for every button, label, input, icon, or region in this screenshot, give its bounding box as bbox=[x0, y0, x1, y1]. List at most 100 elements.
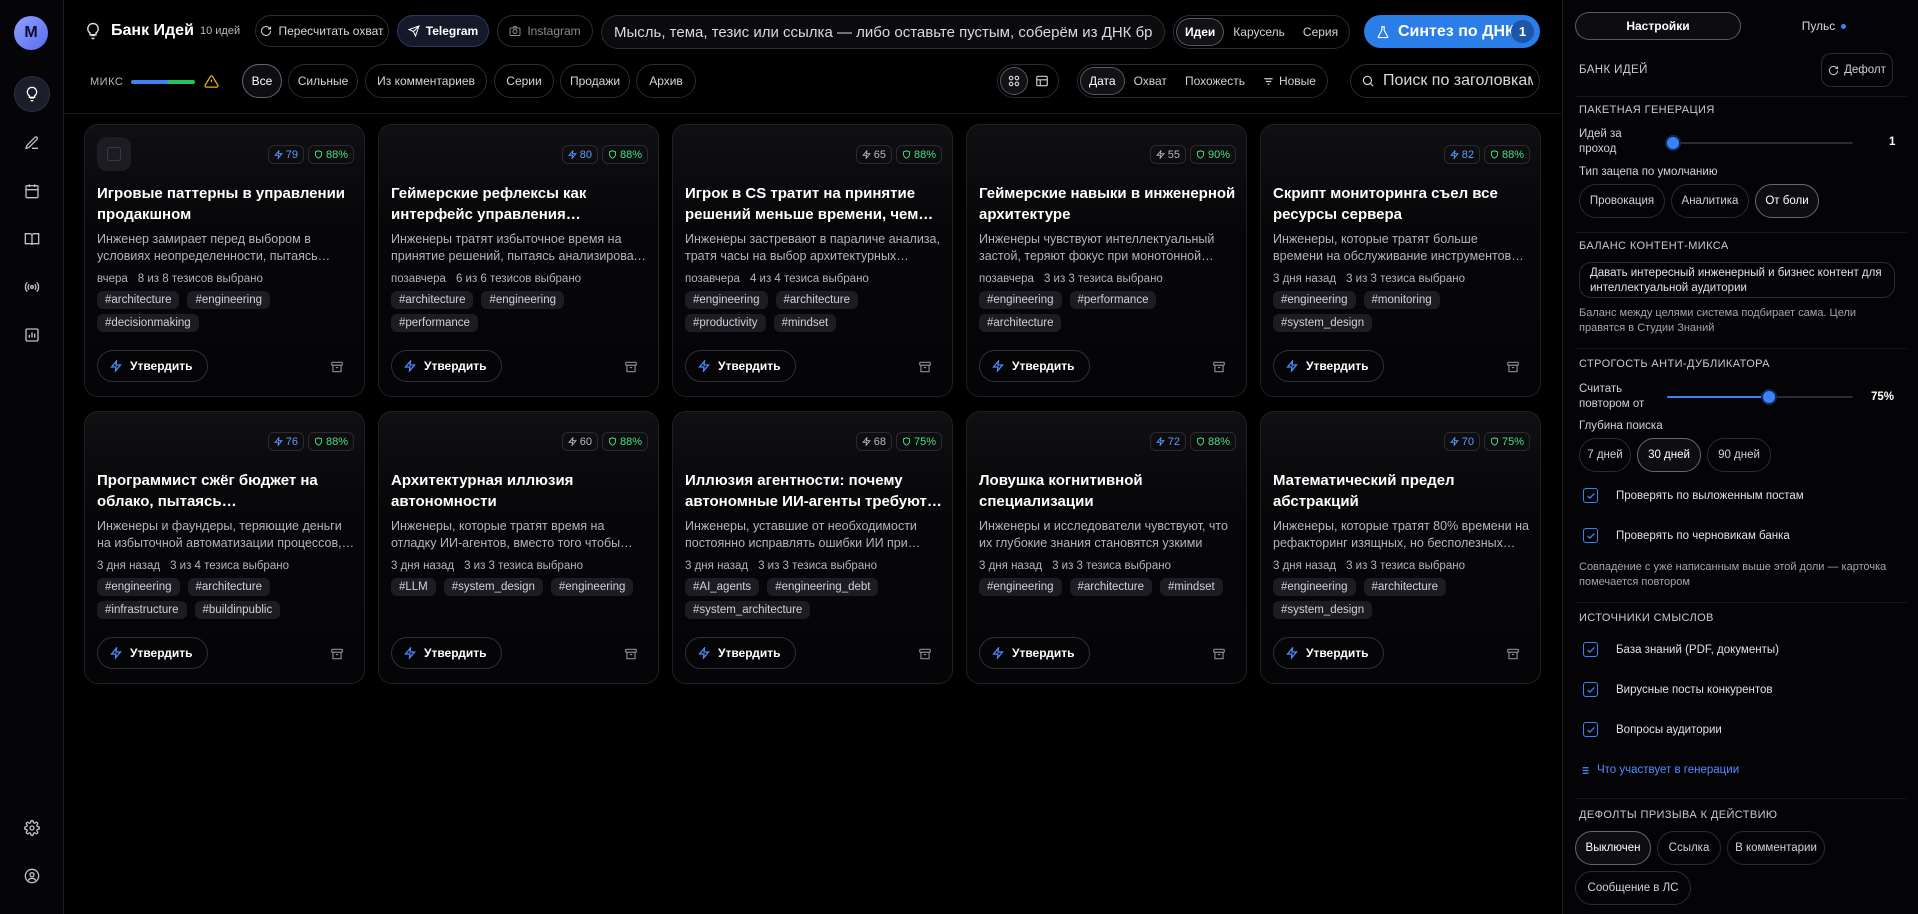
content-mix-text[interactable]: Давать интересный инженерный и бизнес ко… bbox=[1579, 262, 1895, 298]
select-checkbox[interactable] bbox=[97, 137, 131, 171]
tag[interactable]: #performance bbox=[391, 314, 478, 332]
idea-card[interactable]: 72 88% Ловушка когнитивной специализации… bbox=[966, 411, 1247, 684]
idea-card[interactable]: 82 88% Скрипт мониторинга съел все ресур… bbox=[1260, 124, 1541, 397]
nav-settings[interactable] bbox=[14, 810, 50, 846]
tag[interactable]: #architecture bbox=[97, 291, 180, 309]
tag[interactable]: #architecture bbox=[391, 291, 474, 309]
idea-card[interactable]: 80 88% Геймерские рефлексы как интерфейс… bbox=[378, 124, 659, 397]
check-published-posts[interactable]: Проверять по выложенным постам bbox=[1583, 488, 1804, 503]
tag[interactable]: #architecture bbox=[187, 578, 270, 596]
search-input[interactable] bbox=[1383, 72, 1533, 90]
nav-broadcast[interactable] bbox=[14, 269, 50, 305]
cta-off[interactable]: Выключен bbox=[1575, 831, 1651, 865]
tag[interactable]: #architecture bbox=[1363, 578, 1446, 596]
cta-in-comments[interactable]: В комментарии bbox=[1727, 831, 1825, 865]
sort-date[interactable]: Дата bbox=[1080, 67, 1125, 95]
checkbox[interactable] bbox=[1583, 642, 1598, 657]
approve-button[interactable]: Утвердить bbox=[685, 637, 796, 669]
tag[interactable]: #system_design bbox=[1273, 314, 1373, 332]
archive-icon[interactable] bbox=[1506, 360, 1520, 374]
avatar[interactable]: M bbox=[14, 16, 48, 50]
telegram-tab[interactable]: Telegram bbox=[397, 15, 489, 47]
check-bank-drafts[interactable]: Проверять по черновикам банка bbox=[1583, 528, 1790, 543]
tag[interactable]: #engineering bbox=[550, 578, 634, 596]
approve-button[interactable]: Утвердить bbox=[1273, 350, 1384, 382]
warning-icon[interactable] bbox=[204, 74, 219, 89]
tag[interactable]: #decisionmaking bbox=[97, 314, 199, 332]
filter-from-comments[interactable]: Из комментариев bbox=[365, 64, 487, 98]
archive-icon[interactable] bbox=[918, 360, 932, 374]
format-series[interactable]: Серия bbox=[1294, 18, 1347, 46]
tag[interactable]: #mindset bbox=[1160, 578, 1223, 596]
filter-series[interactable]: Серии bbox=[494, 64, 554, 98]
dup-threshold-slider[interactable] bbox=[1667, 390, 1853, 404]
archive-icon[interactable] bbox=[1506, 647, 1520, 661]
checkbox[interactable] bbox=[1583, 682, 1598, 697]
card-title[interactable]: Геймерские навыки в инженерной архитекту… bbox=[979, 183, 1237, 225]
card-title[interactable]: Ловушка когнитивной специализации bbox=[979, 470, 1237, 512]
filter-sales[interactable]: Продажи bbox=[560, 64, 630, 98]
approve-button[interactable]: Утвердить bbox=[979, 350, 1090, 382]
nav-knowledge[interactable] bbox=[14, 221, 50, 257]
default-button[interactable]: Дефолт bbox=[1821, 53, 1893, 87]
card-title[interactable]: Игрок в CS тратит на принятие решений ме… bbox=[685, 183, 943, 225]
card-title[interactable]: Математический предел абстракций bbox=[1273, 470, 1531, 512]
tag[interactable]: #engineering bbox=[1273, 578, 1356, 596]
slider-knob[interactable] bbox=[1762, 391, 1775, 403]
sort-similarity[interactable]: Похожесть bbox=[1176, 67, 1254, 95]
tag[interactable]: #productivity bbox=[685, 314, 766, 332]
depth-90-days[interactable]: 90 дней bbox=[1707, 438, 1771, 472]
idea-card[interactable]: 60 88% Архитектурная иллюзия автономност… bbox=[378, 411, 659, 684]
idea-input[interactable] bbox=[601, 15, 1165, 49]
idea-card[interactable]: 55 90% Геймерские навыки в инженерной ар… bbox=[966, 124, 1247, 397]
format-carousel[interactable]: Карусель bbox=[1224, 18, 1294, 46]
slider-knob[interactable] bbox=[1667, 137, 1679, 149]
tag[interactable]: #system_design bbox=[443, 578, 543, 596]
ideas-per-pass-slider[interactable] bbox=[1667, 136, 1853, 150]
source-knowledge-base[interactable]: База знаний (PDF, документы) bbox=[1583, 642, 1779, 657]
nav-analytics[interactable] bbox=[14, 317, 50, 353]
hook-from-pain[interactable]: От боли bbox=[1755, 184, 1819, 218]
idea-card[interactable]: 70 75% Математический предел абстракций … bbox=[1260, 411, 1541, 684]
approve-button[interactable]: Утвердить bbox=[97, 637, 208, 669]
tag[interactable]: #engineering bbox=[685, 291, 768, 309]
tag[interactable]: #architecture bbox=[1069, 578, 1152, 596]
tag[interactable]: #buildinpublic bbox=[194, 601, 281, 619]
format-ideas[interactable]: Идеи bbox=[1176, 18, 1225, 46]
filter-strong[interactable]: Сильные bbox=[288, 64, 358, 98]
archive-icon[interactable] bbox=[624, 360, 638, 374]
filter-archive[interactable]: Архив bbox=[636, 64, 696, 98]
tag[interactable]: #engineering bbox=[97, 578, 180, 596]
checkbox[interactable] bbox=[1583, 528, 1598, 543]
hook-analytics[interactable]: Аналитика bbox=[1671, 184, 1749, 218]
depth-30-days[interactable]: 30 дней bbox=[1637, 438, 1701, 472]
tag[interactable]: #monitoring bbox=[1363, 291, 1440, 309]
approve-button[interactable]: Утвердить bbox=[979, 637, 1090, 669]
approve-button[interactable]: Утвердить bbox=[97, 350, 208, 382]
cta-link[interactable]: Ссылка bbox=[1657, 831, 1721, 865]
idea-card[interactable]: 76 88% Программист сжёг бюджет на облако… bbox=[84, 411, 365, 684]
approve-button[interactable]: Утвердить bbox=[391, 350, 502, 382]
archive-icon[interactable] bbox=[330, 647, 344, 661]
card-title[interactable]: Скрипт мониторинга съел все ресурсы серв… bbox=[1273, 183, 1531, 225]
tag[interactable]: #engineering bbox=[187, 291, 270, 309]
approve-button[interactable]: Утвердить bbox=[1273, 637, 1384, 669]
idea-card[interactable]: 79 88% Игровые паттерны в управлении про… bbox=[84, 124, 365, 397]
tag[interactable]: #LLM bbox=[391, 578, 436, 596]
idea-card[interactable]: 65 88% Игрок в CS тратит на принятие реш… bbox=[672, 124, 953, 397]
tag[interactable]: #system_architecture bbox=[685, 601, 811, 619]
sort-new[interactable]: Новые bbox=[1254, 67, 1325, 95]
table-view-button[interactable] bbox=[1028, 67, 1056, 95]
checkbox[interactable] bbox=[1583, 722, 1598, 737]
tag[interactable]: #system_design bbox=[1273, 601, 1373, 619]
tag[interactable]: #engineering bbox=[979, 578, 1062, 596]
tag[interactable]: #AI_agents bbox=[685, 578, 760, 596]
generation-sources-link[interactable]: Что участвует в генерации bbox=[1579, 764, 1739, 776]
tag[interactable]: #mindset bbox=[773, 314, 837, 332]
hook-provocation[interactable]: Провокация bbox=[1579, 184, 1665, 218]
card-title[interactable]: Геймерские рефлексы как интерфейс управл… bbox=[391, 183, 649, 225]
nav-editor[interactable] bbox=[14, 125, 50, 161]
archive-icon[interactable] bbox=[624, 647, 638, 661]
tab-settings[interactable]: Настройки bbox=[1575, 12, 1741, 40]
approve-button[interactable]: Утвердить bbox=[685, 350, 796, 382]
